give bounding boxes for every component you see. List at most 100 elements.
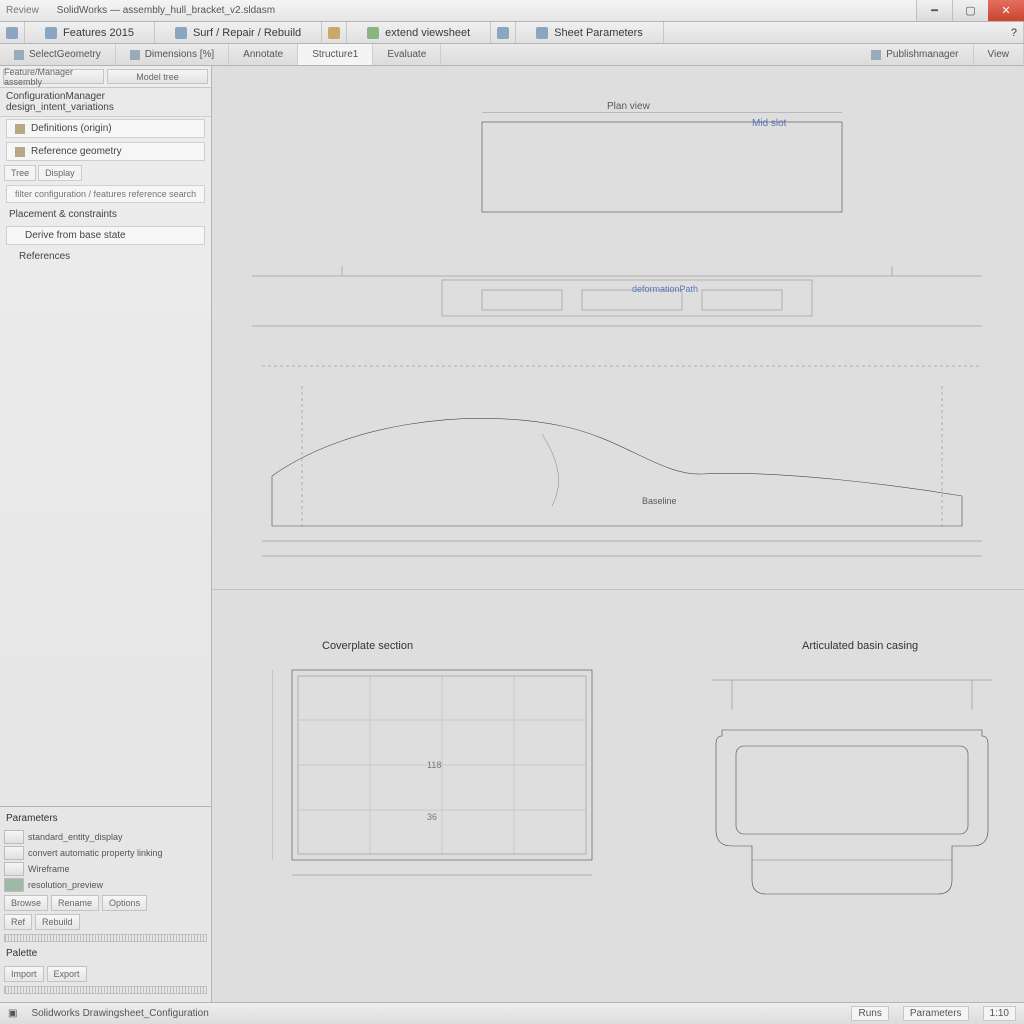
prop-row[interactable]: standard_entity_display [4, 830, 207, 844]
basin-drawing [702, 670, 1002, 910]
tab-label: Surf / Repair / Rebuild [193, 27, 301, 39]
window-controls: ━ ▢ ✕ [916, 0, 1024, 21]
cmd-label: View [988, 49, 1010, 60]
section1-title: Coverplate section [322, 640, 413, 652]
prop-label: Wireframe [28, 864, 207, 874]
plan-view-drawing [462, 112, 862, 232]
cmd-evaluate[interactable]: Evaluate [373, 44, 441, 65]
file-menu-button[interactable] [0, 22, 25, 43]
layers-icon [497, 27, 509, 39]
status-scale[interactable]: 1:10 [983, 1006, 1016, 1021]
app-name: Review [6, 5, 39, 16]
status-runs[interactable]: Runs [851, 1006, 888, 1021]
properties-title: Parameters [4, 811, 207, 828]
properties-panel: Parameters standard_entity_display conve… [0, 806, 211, 1002]
tab-more[interactable] [322, 22, 347, 43]
swatch-icon [4, 830, 24, 844]
btn-rebuild[interactable]: Rebuild [35, 914, 80, 930]
tree-search-input[interactable] [15, 189, 196, 199]
coverplate-drawing: 118 36 [272, 660, 612, 880]
document-title: SolidWorks — assembly_hull_bracket_v2.sl… [57, 5, 275, 16]
cmd-publish[interactable]: Publishmanager [857, 44, 973, 65]
tree-tab-strip: Tree Display [0, 163, 211, 183]
cmd-label: Structure1 [312, 49, 358, 60]
prop-row[interactable]: resolution_preview [4, 878, 207, 892]
maximize-button[interactable]: ▢ [952, 0, 988, 21]
tab-label: Sheet Parameters [554, 27, 643, 39]
tab-gl[interactable] [491, 22, 516, 43]
sheet-icon [536, 27, 548, 39]
cmd-label: Annotate [243, 49, 283, 60]
cube-icon [45, 27, 57, 39]
profile-drawing [262, 356, 982, 576]
cmd-label: Dimensions [%] [145, 49, 214, 60]
side-header: ConfigurationManager design_intent_varia… [0, 88, 211, 117]
cmd-dimensions[interactable]: Dimensions [%] [116, 44, 229, 65]
titlebar: Review SolidWorks — assembly_hull_bracke… [0, 0, 1024, 22]
file-icon [6, 27, 18, 39]
tab-surface[interactable]: Surf / Repair / Rebuild [155, 22, 322, 43]
btn-ref[interactable]: Ref [4, 914, 32, 930]
status-bar: ▣ Solidworks Drawingsheet_Configuration … [0, 1002, 1024, 1024]
tree-item-references[interactable]: References [0, 247, 211, 266]
minimize-button[interactable]: ━ [916, 0, 952, 21]
tab-sheet[interactable]: Sheet Parameters [516, 22, 664, 43]
baseline-label: Baseline [642, 496, 677, 506]
tree-item-derive[interactable]: Derive from base state [6, 226, 205, 245]
folder-icon [15, 124, 25, 134]
btn-import[interactable]: Import [4, 966, 44, 982]
btn-browse[interactable]: Browse [4, 895, 48, 911]
tree-tab-tree[interactable]: Tree [4, 165, 36, 181]
dropdown-icon [328, 27, 340, 39]
close-button[interactable]: ✕ [988, 0, 1024, 21]
tree-tab-display[interactable]: Display [38, 165, 82, 181]
side-toolbar: Feature/Manager assembly Model tree [0, 66, 211, 88]
view-icon [367, 27, 379, 39]
swatch-icon [4, 878, 24, 892]
cmd-structure[interactable]: Structure1 [298, 44, 373, 65]
side-panel: Feature/Manager assembly Model tree Conf… [0, 66, 212, 1002]
dim-text: 118 [427, 760, 441, 770]
cmd-select[interactable]: SelectGeometry [0, 44, 116, 65]
btn-export[interactable]: Export [47, 966, 87, 982]
side-btn-modeltree[interactable]: Model tree [107, 69, 208, 84]
section2-title: Articulated basin casing [802, 640, 918, 652]
plan-view-title: Plan view [607, 101, 650, 112]
cursor-icon [14, 50, 24, 60]
tree-item-definitions[interactable]: Definitions (origin) [6, 119, 205, 138]
tree-label: Reference geometry [31, 146, 122, 157]
cmd-annotate[interactable]: Annotate [229, 44, 298, 65]
prop-row[interactable]: convert automatic property linking [4, 846, 207, 860]
tree-item-refgeom[interactable]: Reference geometry [6, 142, 205, 161]
drawing-canvas[interactable]: Plan view Mid slot deformationPath [212, 66, 1024, 1002]
help-button[interactable]: ? [1005, 22, 1024, 43]
swatch-icon [4, 862, 24, 876]
quality-slider[interactable] [4, 934, 207, 942]
tree-section-constraints[interactable]: Placement & constraints [0, 205, 211, 224]
btn-rename[interactable]: Rename [51, 895, 99, 911]
cmd-label: SelectGeometry [29, 49, 101, 60]
palette-title: Palette [4, 946, 207, 963]
dimension-icon [130, 50, 140, 60]
deformation-label: deformationPath [632, 284, 698, 294]
publish-icon [871, 50, 881, 60]
surface-icon [175, 27, 187, 39]
cmd-view[interactable]: View [974, 44, 1024, 65]
status-parameters[interactable]: Parameters [903, 1006, 969, 1021]
cmd-label: Evaluate [387, 49, 426, 60]
zoom-slider[interactable] [4, 986, 207, 994]
side-btn-featuremgr[interactable]: Feature/Manager assembly [3, 69, 104, 84]
swatch-icon [4, 846, 24, 860]
cmd-label: Publishmanager [886, 49, 958, 60]
tree-search[interactable] [6, 185, 205, 203]
prop-label: convert automatic property linking [28, 848, 207, 858]
svg-text:36: 36 [427, 812, 437, 822]
tab-features[interactable]: Features 2015 [25, 22, 155, 43]
status-app-indicator: ▣ [8, 1008, 17, 1019]
plane-icon [15, 147, 25, 157]
elevation-drawing [252, 256, 982, 336]
prop-label: resolution_preview [28, 880, 207, 890]
prop-row[interactable]: Wireframe [4, 862, 207, 876]
tab-view[interactable]: extend viewsheet [347, 22, 491, 43]
btn-options[interactable]: Options [102, 895, 147, 911]
